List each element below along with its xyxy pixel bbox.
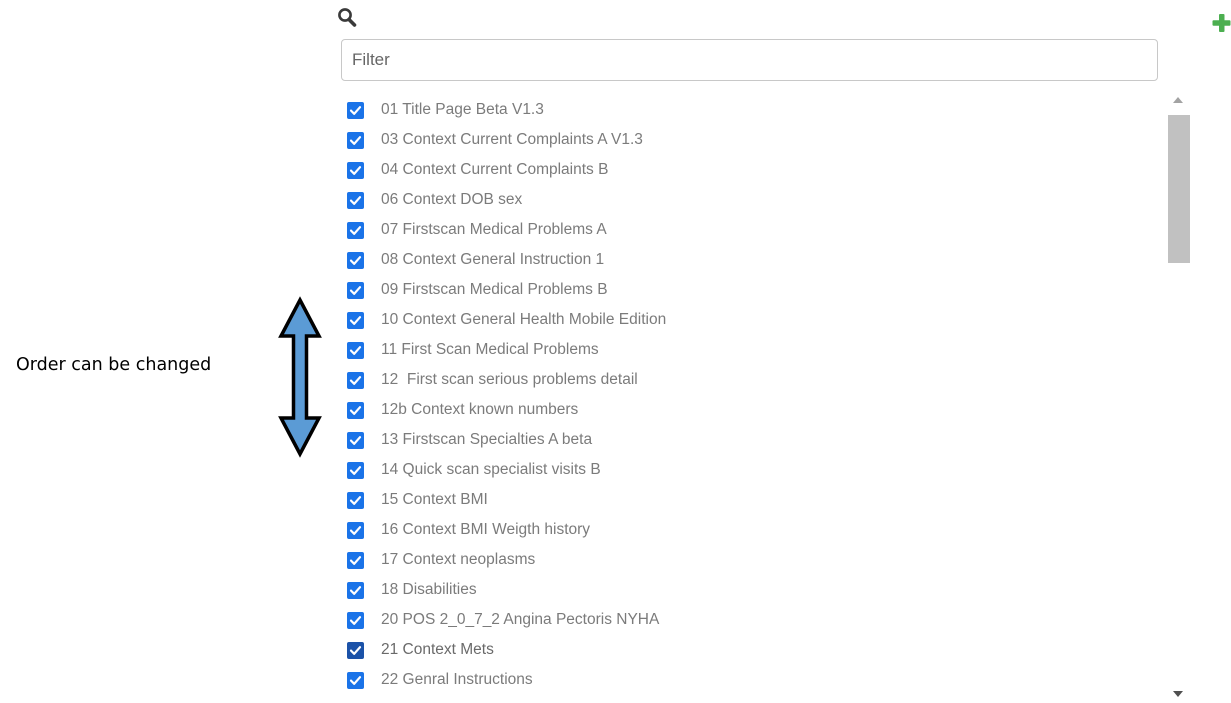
list-item[interactable]: 12 First scan serious problems detail [341, 365, 1161, 395]
plus-icon[interactable] [1212, 12, 1231, 34]
checkmark-icon [349, 255, 362, 265]
list-item[interactable]: 03 Context Current Complaints A V1.3 [341, 125, 1161, 155]
item-checkbox[interactable] [347, 581, 364, 599]
item-label: 12 First scan serious problems detail [381, 371, 638, 388]
filter-input[interactable] [341, 39, 1158, 81]
item-label: 21 Context Mets [381, 641, 494, 658]
item-checkbox[interactable] [347, 671, 364, 689]
item-checkbox[interactable] [347, 431, 364, 449]
checkmark-icon [349, 195, 362, 205]
scrollbar-thumb[interactable] [1168, 115, 1190, 263]
list-item[interactable]: 21 Context Mets [341, 635, 1161, 665]
item-checkbox[interactable] [347, 281, 364, 299]
sortable-list: 01 Title Page Beta V1.3 03 Context Curren… [341, 95, 1193, 703]
item-checkbox[interactable] [347, 221, 364, 239]
list-item[interactable]: 01 Title Page Beta V1.3 [341, 95, 1161, 125]
item-checkbox[interactable] [347, 131, 364, 149]
checkmark-icon [349, 465, 362, 475]
checkmark-icon [349, 675, 362, 685]
item-label: 10 Context General Health Mobile Edition [381, 311, 667, 328]
search-icon[interactable] [337, 6, 357, 28]
scroll-up-arrow-icon[interactable] [1173, 97, 1183, 103]
item-label: 18 Disabilities [381, 581, 477, 598]
list-item[interactable]: 07 Firstscan Medical Problems A [341, 215, 1161, 245]
checkmark-icon [349, 555, 362, 565]
checkmark-icon [349, 615, 362, 625]
list-item[interactable]: 06 Context DOB sex [341, 185, 1161, 215]
list-item[interactable]: 04 Context Current Complaints B [341, 155, 1161, 185]
checkmark-icon [349, 135, 362, 145]
item-label: 20 POS 2_0_7_2 Angina Pectoris NYHA [381, 611, 660, 628]
item-checkbox[interactable] [347, 611, 364, 629]
item-label: 16 Context BMI Weigth history [381, 521, 591, 538]
list-item[interactable]: 22 Genral Instructions [341, 665, 1161, 695]
list: 01 Title Page Beta V1.3 03 Context Curren… [341, 95, 1161, 695]
list-item[interactable]: 14 Quick scan specialist visits B [341, 455, 1161, 485]
item-checkbox[interactable] [347, 251, 364, 269]
list-item[interactable]: 09 Firstscan Medical Problems B [341, 275, 1161, 305]
item-checkbox[interactable] [347, 641, 364, 659]
list-item[interactable]: 20 POS 2_0_7_2 Angina Pectoris NYHA [341, 605, 1161, 635]
item-checkbox[interactable] [347, 491, 364, 509]
item-checkbox[interactable] [347, 551, 364, 569]
list-item[interactable]: 11 First Scan Medical Problems [341, 335, 1161, 365]
list-item[interactable]: 16 Context BMI Weigth history [341, 515, 1161, 545]
item-label: 11 First Scan Medical Problems [381, 341, 599, 358]
list-item[interactable]: 17 Context neoplasms [341, 545, 1161, 575]
item-checkbox[interactable] [347, 311, 364, 329]
item-checkbox[interactable] [347, 101, 364, 119]
item-checkbox[interactable] [347, 371, 364, 389]
list-item[interactable]: 10 Context General Health Mobile Edition [341, 305, 1161, 335]
scrollbar[interactable] [1168, 95, 1193, 703]
checkmark-icon [349, 345, 362, 355]
item-checkbox[interactable] [347, 341, 364, 359]
double-arrow-icon [278, 296, 322, 458]
item-label: 13 Firstscan Specialties A beta [381, 431, 593, 448]
item-label: 22 Genral Instructions [381, 671, 533, 688]
annotation-label: Order can be changed [16, 355, 212, 375]
page: 01 Title Page Beta V1.3 03 Context Curren… [0, 0, 1231, 703]
checkmark-icon [349, 225, 362, 235]
item-label: 06 Context DOB sex [381, 191, 523, 208]
checkmark-icon [349, 525, 362, 535]
list-item[interactable]: 12b Context known numbers [341, 395, 1161, 425]
list-item[interactable]: 08 Context General Instruction 1 [341, 245, 1161, 275]
item-label: 03 Context Current Complaints A V1.3 [381, 131, 643, 148]
checkmark-icon [349, 405, 362, 415]
item-label: 04 Context Current Complaints B [381, 161, 609, 178]
checkmark-icon [349, 375, 362, 385]
checkmark-icon [349, 285, 362, 295]
checkmark-icon [349, 315, 362, 325]
scroll-down-arrow-icon[interactable] [1173, 691, 1183, 697]
list-item[interactable]: 18 Disabilities [341, 575, 1161, 605]
item-label: 08 Context General Instruction 1 [381, 251, 605, 268]
checkmark-icon [349, 105, 362, 115]
checkmark-icon [349, 435, 362, 445]
item-label: 14 Quick scan specialist visits B [381, 461, 601, 478]
item-checkbox[interactable] [347, 461, 364, 479]
list-item[interactable]: 13 Firstscan Specialties A beta [341, 425, 1161, 455]
item-label: 15 Context BMI [381, 491, 488, 508]
item-label: 12b Context known numbers [381, 401, 579, 418]
checkmark-icon [349, 165, 362, 175]
item-label: 09 Firstscan Medical Problems B [381, 281, 608, 298]
item-label: 01 Title Page Beta V1.3 [381, 101, 544, 118]
item-label: 07 Firstscan Medical Problems A [381, 221, 607, 238]
checkmark-icon [349, 645, 362, 655]
item-checkbox[interactable] [347, 191, 364, 209]
item-checkbox[interactable] [347, 401, 364, 419]
item-checkbox[interactable] [347, 521, 364, 539]
item-checkbox[interactable] [347, 161, 364, 179]
list-item[interactable]: 15 Context BMI [341, 485, 1161, 515]
checkmark-icon [349, 495, 362, 505]
checkmark-icon [349, 585, 362, 595]
item-label: 17 Context neoplasms [381, 551, 536, 568]
